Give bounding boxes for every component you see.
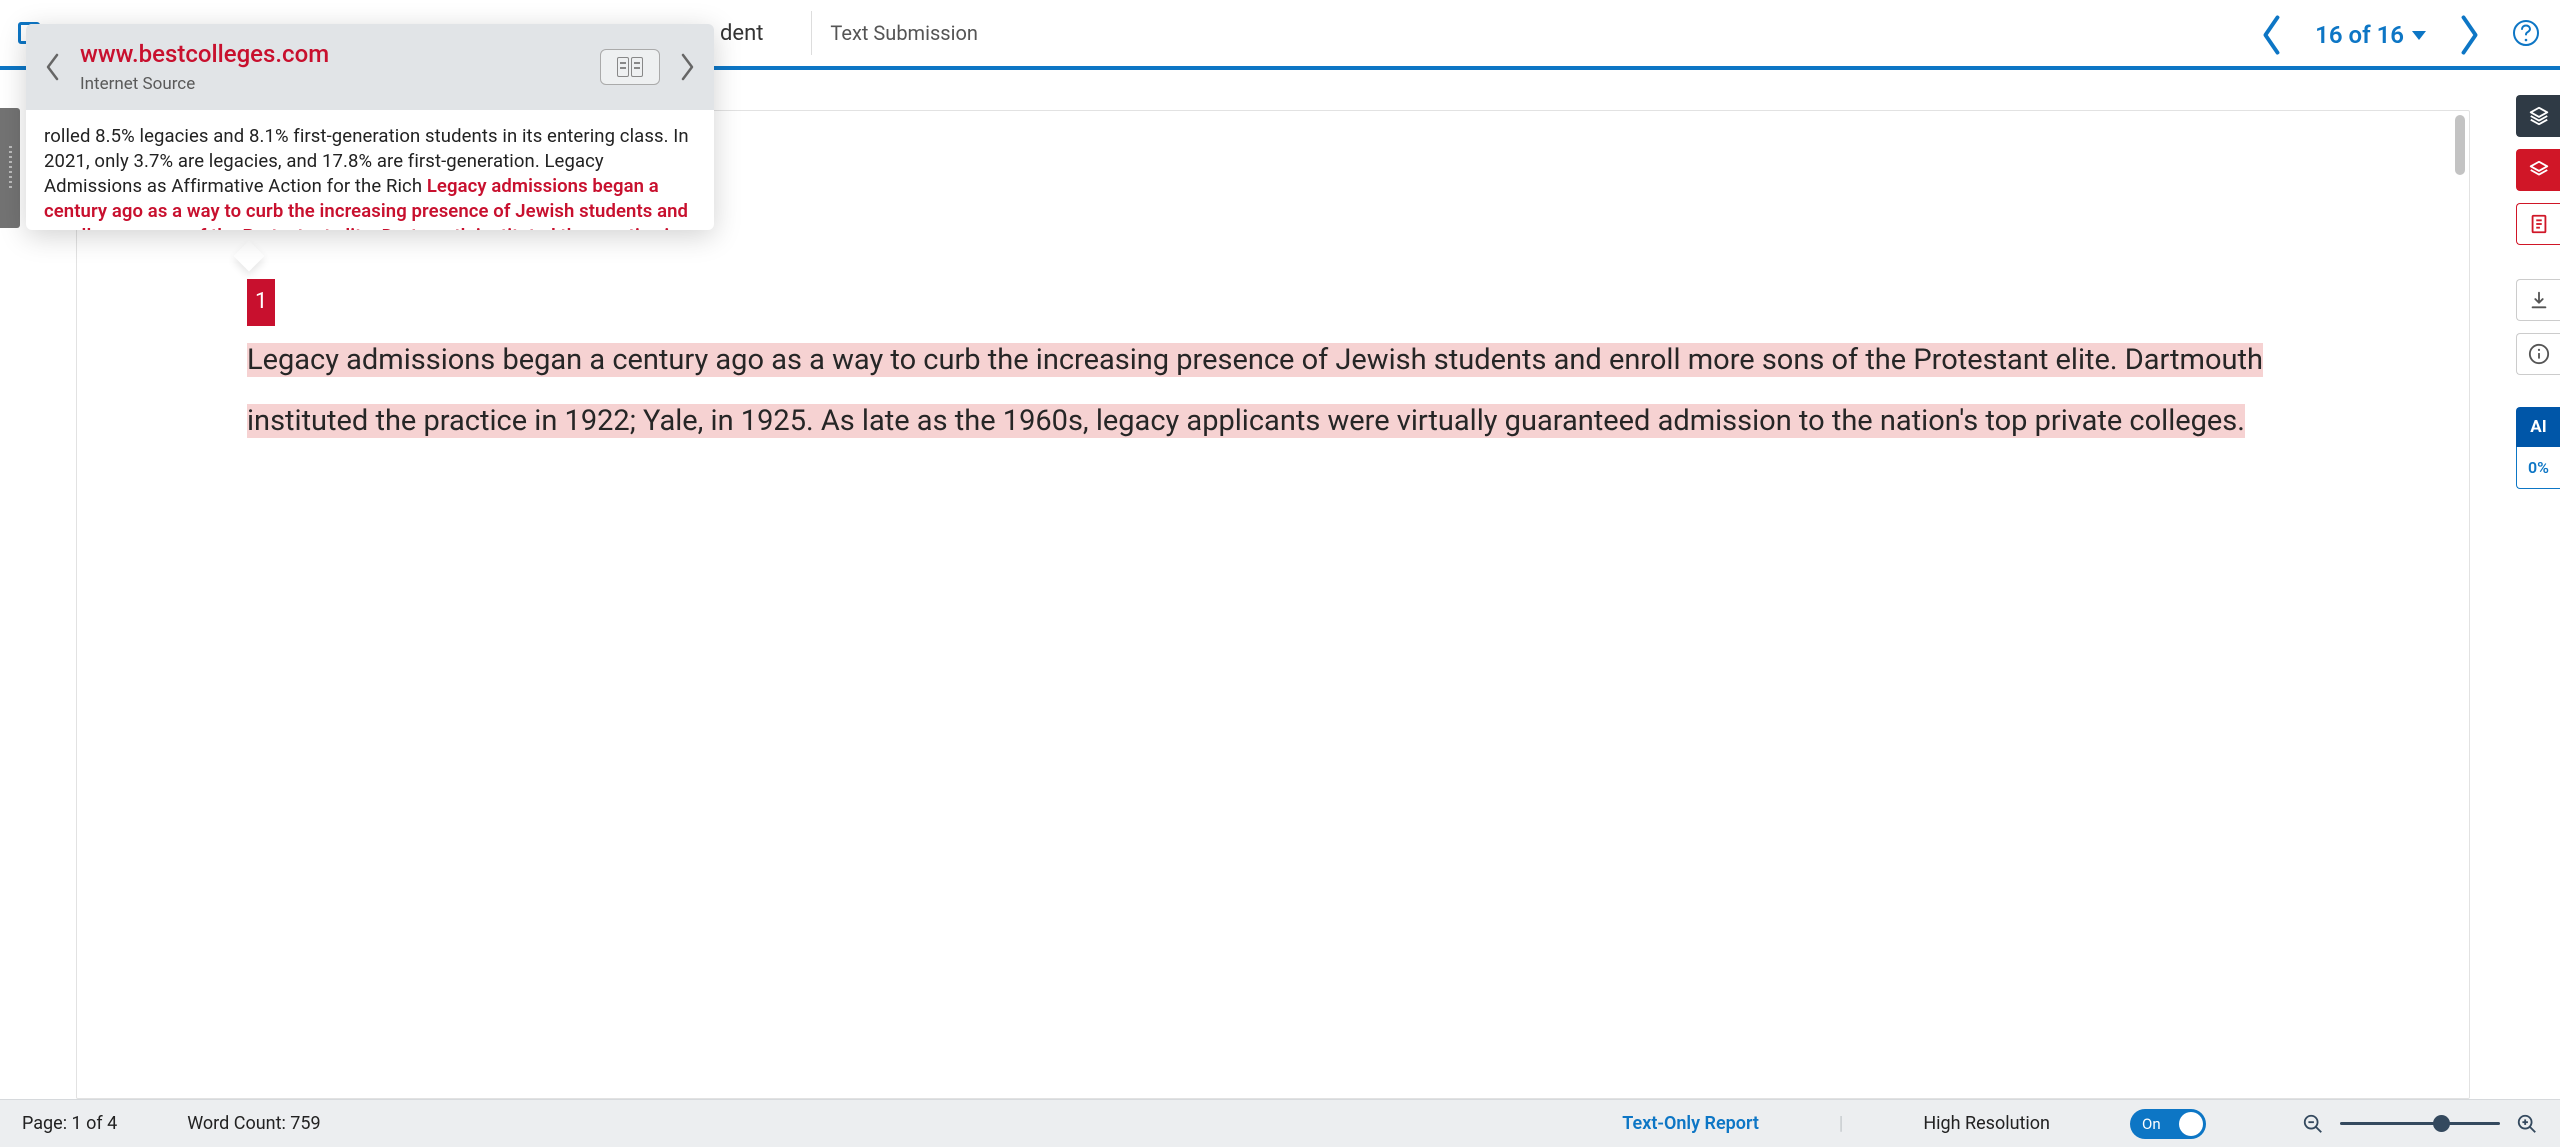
- scrollbar-thumb[interactable]: [2455, 115, 2465, 175]
- left-panel-expand-handle[interactable]: [0, 108, 20, 228]
- header-doc-info: dent Text Submission: [720, 11, 978, 55]
- zoom-in-icon[interactable]: [2516, 1113, 2538, 1135]
- layers-icon: [2528, 105, 2550, 127]
- divider: [811, 11, 812, 55]
- submission-counter-text: 16 of 16: [2315, 21, 2404, 49]
- text-only-report-link[interactable]: Text-Only Report: [1622, 1113, 1759, 1134]
- doc-type-partial: dent: [720, 21, 763, 46]
- chevron-left-icon: [2257, 13, 2287, 57]
- match-number-badge[interactable]: 1: [247, 279, 275, 326]
- popover-next-button[interactable]: [678, 52, 696, 82]
- ai-detection-button[interactable]: AI: [2516, 407, 2560, 447]
- page-indicator: Page: 1 of 4: [22, 1113, 117, 1134]
- compare-columns-icon: [631, 57, 643, 77]
- grip-icon: [9, 146, 12, 190]
- zoom-slider[interactable]: [2340, 1122, 2500, 1125]
- layers-icon: [2528, 159, 2550, 181]
- document-text: Legacy admissions began a century ago as…: [247, 343, 2263, 438]
- popover-source-info: www.bestcolleges.com Internet Source: [80, 40, 582, 94]
- divider: |: [1839, 1113, 1843, 1134]
- popover-header: www.bestcolleges.com Internet Source: [26, 24, 714, 110]
- side-by-side-button[interactable]: [600, 49, 660, 85]
- source-type-label: Internet Source: [80, 74, 582, 94]
- word-count-label: Word Count: 759: [187, 1113, 320, 1134]
- source-match-popover: www.bestcolleges.com Internet Source rol…: [26, 24, 714, 230]
- toggle-knob: [2179, 1112, 2203, 1136]
- similarity-panel-button[interactable]: [2516, 149, 2560, 191]
- help-icon: [2512, 19, 2540, 47]
- layers-panel-button[interactable]: [2516, 95, 2560, 137]
- info-icon: [2528, 343, 2550, 365]
- next-submission-button[interactable]: [2454, 13, 2484, 57]
- zoom-out-icon[interactable]: [2302, 1113, 2324, 1135]
- chevron-right-icon: [678, 52, 696, 82]
- document-icon: [2528, 213, 2550, 235]
- resolution-label: High Resolution: [1923, 1113, 2050, 1134]
- similarity-highlight[interactable]: Legacy admissions began a century ago as…: [247, 343, 2263, 438]
- content-fade: [77, 1064, 2469, 1098]
- popover-excerpt: rolled 8.5% legacies and 8.1% first-gene…: [26, 110, 714, 230]
- download-icon: [2528, 289, 2550, 311]
- right-toolbar: AI 0%: [2516, 95, 2560, 489]
- ai-percentage-label: 0%: [2516, 447, 2560, 489]
- help-button[interactable]: [2512, 19, 2540, 51]
- info-button[interactable]: [2516, 333, 2560, 375]
- submission-nav: 16 of 16: [2257, 0, 2540, 70]
- slider-thumb[interactable]: [2433, 1115, 2450, 1132]
- chevron-left-icon: [44, 52, 62, 82]
- prev-submission-button[interactable]: [2257, 13, 2287, 57]
- caret-down-icon: [2412, 31, 2426, 40]
- submission-type-label: Text Submission: [830, 21, 978, 45]
- chevron-right-icon: [2454, 13, 2484, 57]
- submission-counter-dropdown[interactable]: 16 of 16: [2315, 21, 2426, 49]
- compare-columns-icon: [617, 57, 629, 77]
- popover-prev-button[interactable]: [44, 52, 62, 82]
- resolution-toggle[interactable]: On: [2130, 1109, 2206, 1139]
- download-button[interactable]: [2516, 279, 2560, 321]
- all-sources-button[interactable]: [2516, 203, 2560, 245]
- status-footer: Page: 1 of 4 Word Count: 759 Text-Only R…: [0, 1099, 2560, 1147]
- toggle-label: On: [2142, 1115, 2161, 1133]
- document-viewport[interactable]: 1 Legacy admissions began a century ago …: [76, 110, 2470, 1099]
- zoom-controls: [2302, 1113, 2538, 1135]
- source-url[interactable]: www.bestcolleges.com: [80, 40, 582, 68]
- ai-detection-group: AI 0%: [2516, 407, 2560, 489]
